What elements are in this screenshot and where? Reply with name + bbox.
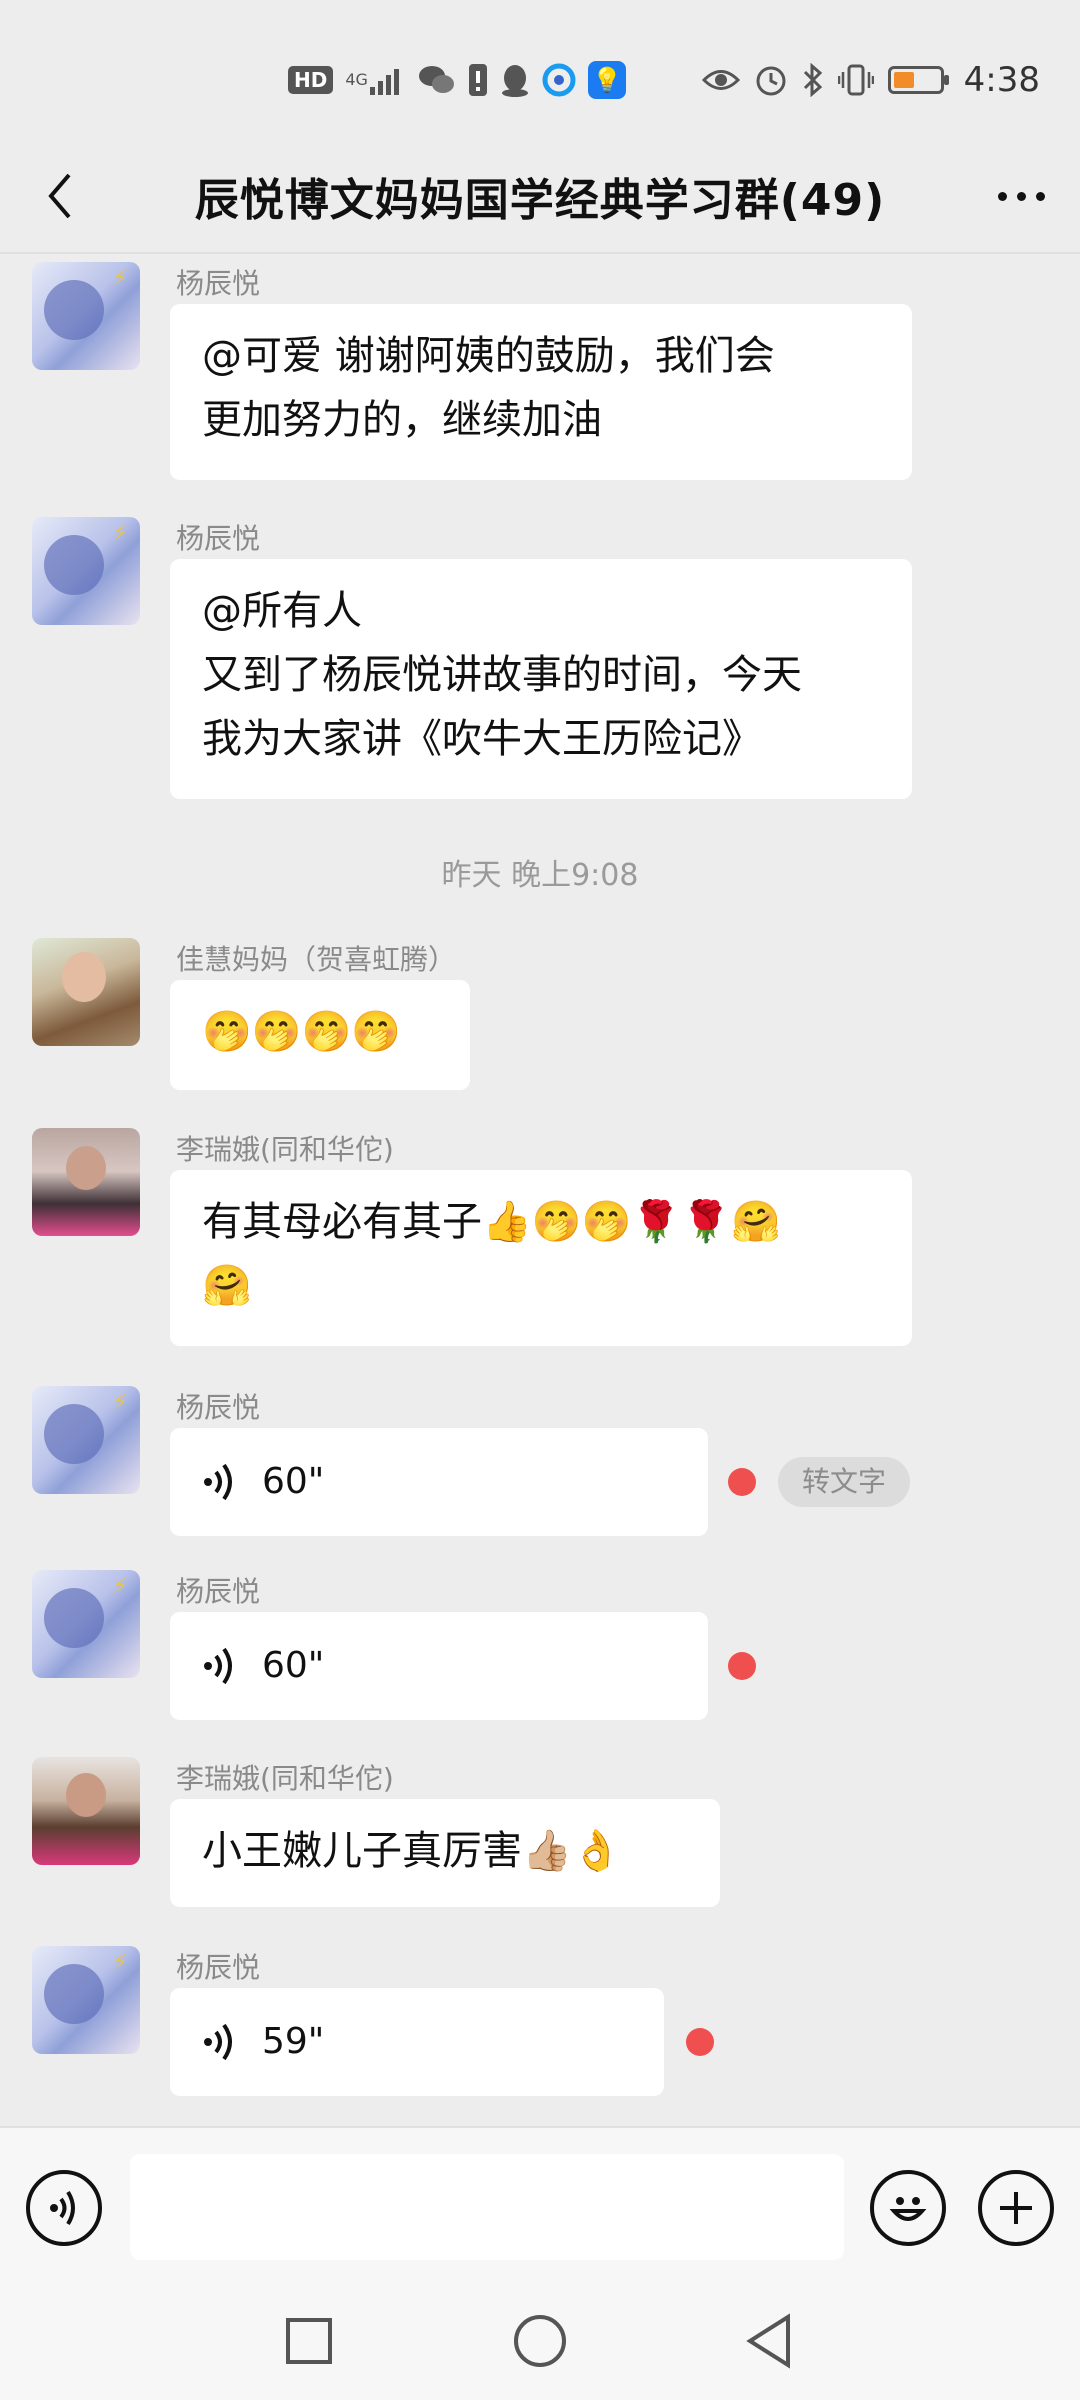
- message-bubble[interactable]: @所有人 又到了杨辰悦讲故事的时间，今天 我为大家讲《吹牛大王历险记》: [170, 559, 912, 799]
- wechat-icon: [418, 60, 456, 100]
- battery-level: [893, 72, 914, 88]
- recent-apps-icon: [286, 2318, 332, 2364]
- back-nav-button[interactable]: [734, 2306, 804, 2376]
- message-input[interactable]: [130, 2154, 844, 2260]
- message-line: 有其母必有其子👍🤭🤭🌹🌹🤗: [202, 1199, 781, 1245]
- message-line: @所有人: [202, 588, 362, 634]
- avatar[interactable]: [32, 1570, 140, 1678]
- sender-name: 杨辰悦: [176, 1391, 261, 1424]
- avatar[interactable]: [32, 1386, 140, 1494]
- message-bubble[interactable]: 小王嫩儿子真厉害👍🏼👌: [170, 1799, 720, 1907]
- voice-input-icon: [50, 2190, 75, 2226]
- vibrate-icon: [837, 60, 874, 100]
- message-list[interactable]: 杨辰悦 @可爱 谢谢阿姨的鼓励，我们会 更加努力的，继续加油 杨辰悦 @所有人 …: [0, 254, 1080, 2126]
- sender-name: 李瑞娥(同和华佗): [176, 1762, 394, 1795]
- avatar[interactable]: [32, 517, 140, 625]
- unread-dot: [728, 1468, 756, 1496]
- message-line: 🤗: [202, 1263, 252, 1309]
- lightbulb-app-icon: 💡: [587, 61, 626, 99]
- voice-duration: 60": [262, 1461, 325, 1502]
- message-line: 我为大家讲《吹牛大王历险记》: [202, 716, 762, 762]
- voice-wave-icon: [202, 2022, 242, 2062]
- eye-icon: [701, 60, 740, 100]
- message-bubble[interactable]: 🤭🤭🤭🤭: [170, 980, 470, 1090]
- emoji-button[interactable]: [870, 2170, 946, 2246]
- voice-duration: 59": [262, 2021, 325, 2062]
- message-line: 更加努力的，继续加油: [202, 397, 602, 443]
- message-line: 小王嫩儿子真厉害👍🏼👌: [202, 1828, 622, 1874]
- sender-name: 佳慧妈妈（贺喜虹腾）: [176, 943, 457, 976]
- group-title: 辰悦博文妈妈国学经典学习群(49): [194, 175, 886, 226]
- more-actions-button[interactable]: [978, 2170, 1054, 2246]
- home-icon: [514, 2315, 566, 2367]
- emoji-icon: [889, 2197, 927, 2221]
- sender-name: 杨辰悦: [176, 267, 261, 300]
- alarm-icon: [754, 60, 788, 100]
- alert-icon: [468, 60, 488, 100]
- status-time: 4:38: [963, 60, 1040, 100]
- sender-name: 杨辰悦: [176, 522, 261, 555]
- qq-icon: [500, 60, 530, 100]
- bluetooth-icon: [802, 60, 824, 100]
- voice-wave-icon: [202, 1646, 242, 1686]
- message-line: 又到了杨辰悦讲故事的时间，今天: [202, 652, 802, 698]
- sender-name: 杨辰悦: [176, 1951, 261, 1984]
- battery-icon: [887, 66, 949, 94]
- back-button[interactable]: [30, 166, 90, 226]
- sender-name: 杨辰悦: [176, 1575, 261, 1608]
- more-icon: [997, 191, 1007, 201]
- avatar[interactable]: [32, 1757, 140, 1865]
- status-bar: HD 4G 💡 4:38: [0, 0, 1080, 160]
- voice-message-bubble[interactable]: 60": [170, 1612, 708, 1720]
- hd-icon: HD: [288, 66, 334, 94]
- sender-name: 李瑞娥(同和华佗): [176, 1133, 394, 1166]
- voice-input-button[interactable]: [26, 2170, 102, 2246]
- voice-message-bubble[interactable]: 59": [170, 1988, 664, 2096]
- unread-dot: [686, 2028, 714, 2056]
- recent-apps-button[interactable]: [274, 2306, 344, 2376]
- message-line: @可爱 谢谢阿姨的鼓励，我们会: [202, 333, 775, 379]
- message-line: 🤭🤭🤭🤭: [202, 1009, 402, 1055]
- avatar[interactable]: [32, 262, 140, 370]
- avatar[interactable]: [32, 1946, 140, 2054]
- transcribe-button[interactable]: 转文字: [778, 1457, 911, 1507]
- message-bubble[interactable]: @可爱 谢谢阿姨的鼓励，我们会 更加努力的，继续加油: [170, 304, 912, 480]
- signal-4g-icon: 4G: [345, 60, 406, 100]
- message-bubble[interactable]: 有其母必有其子👍🤭🤭🌹🌹🤗 🤗: [170, 1170, 912, 1346]
- chat-header: 辰悦博文妈妈国学经典学习群(49): [0, 140, 1080, 252]
- plus-icon: [1000, 2192, 1032, 2224]
- input-bar: [0, 2126, 1080, 2280]
- back-icon: [746, 2313, 790, 2369]
- avatar[interactable]: [32, 1128, 140, 1236]
- voice-wave-icon: [202, 1462, 242, 1502]
- system-nav-bar: [0, 2280, 1080, 2400]
- more-options-button[interactable]: [986, 166, 1056, 226]
- voice-message-bubble[interactable]: 60": [170, 1428, 708, 1536]
- status-icons-left: HD 4G 💡: [288, 60, 626, 100]
- status-icons-right: 4:38: [701, 60, 1040, 100]
- voice-duration: 60": [262, 1645, 325, 1686]
- chevron-left-icon: [48, 173, 71, 219]
- home-button[interactable]: [505, 2306, 575, 2376]
- browser-icon: [542, 60, 576, 100]
- time-divider: 昨天 晚上9:08: [441, 858, 639, 893]
- avatar[interactable]: [32, 938, 140, 1046]
- unread-dot: [728, 1652, 756, 1680]
